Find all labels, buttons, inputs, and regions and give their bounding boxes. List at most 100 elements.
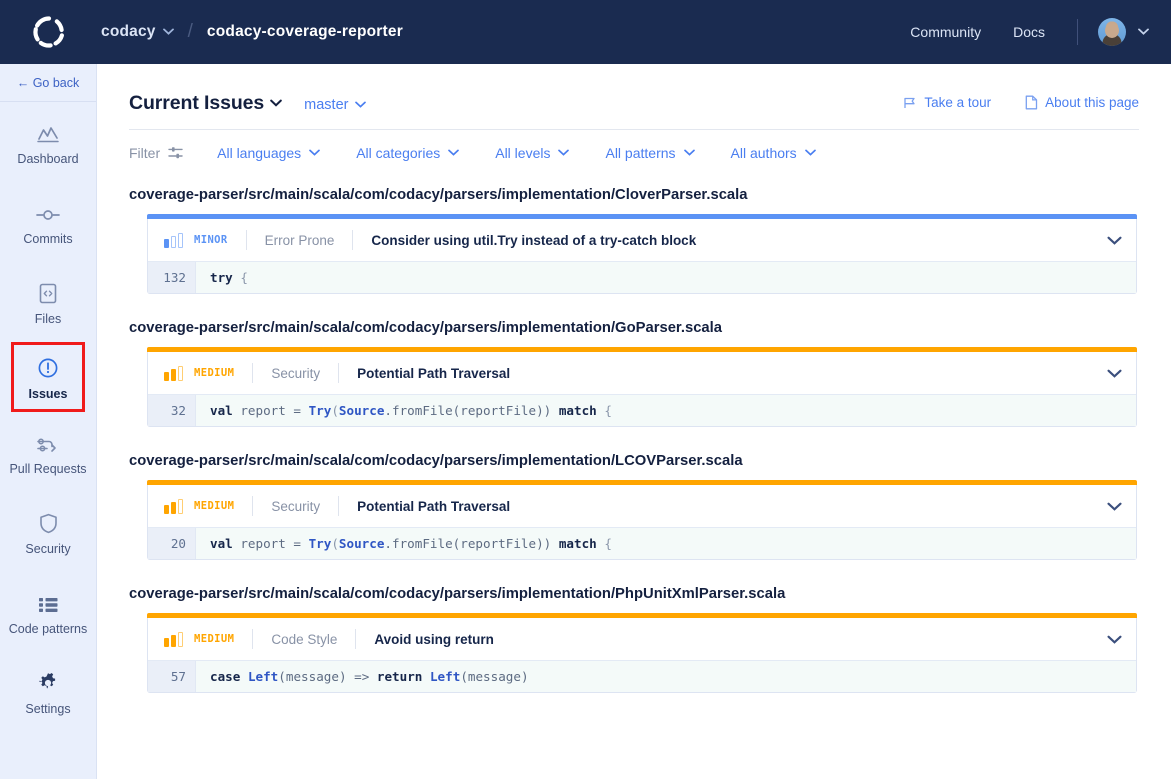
community-link[interactable]: Community	[910, 24, 981, 40]
about-this-page-button[interactable]: About this page	[1025, 95, 1139, 110]
issue-category: Security	[271, 498, 321, 514]
filter-label-text: All patterns	[605, 145, 676, 161]
divider	[352, 230, 354, 250]
top-navigation-bar: codacy / codacy-coverage-reporter Commun…	[0, 0, 1171, 64]
codacy-logo-icon[interactable]	[31, 14, 67, 50]
divider	[252, 629, 254, 649]
issue-group: coverage-parser/src/main/scala/com/codac…	[97, 320, 1171, 427]
filter-all-patterns[interactable]: All patterns	[605, 145, 695, 161]
severity-label: MEDIUM	[194, 633, 235, 645]
chart-line-icon	[37, 118, 59, 144]
line-number: 32	[148, 395, 196, 426]
page-title-chevron-down-icon[interactable]	[270, 99, 282, 107]
sidebar-item-settings[interactable]: Settings	[0, 652, 96, 732]
branch-selector[interactable]: master	[304, 97, 348, 113]
issue-card-header[interactable]: MINOR Error Prone Consider using util.Try …	[148, 219, 1136, 261]
file-path-heading[interactable]: coverage-parser/src/main/scala/com/codac…	[129, 453, 1139, 469]
chevron-down-icon	[448, 149, 460, 156]
filter-all-categories[interactable]: All categories	[356, 145, 460, 161]
divider	[338, 496, 340, 516]
user-menu-chevron-down-icon[interactable]	[1138, 28, 1149, 35]
issue-group: coverage-parser/src/main/scala/com/codac…	[97, 586, 1171, 693]
sidebar-item-code-patterns[interactable]: Code patterns	[0, 572, 96, 652]
page-header: Current Issues master Take a tour About …	[97, 64, 1171, 115]
divider	[1077, 19, 1078, 45]
issue-card: MINOR Error Prone Consider using util.Try …	[147, 219, 1137, 294]
sidebar-item-label: Settings	[25, 702, 71, 716]
divider	[245, 230, 247, 250]
breadcrumb-repo[interactable]: codacy-coverage-reporter	[207, 23, 403, 41]
page-header-actions: Take a tour About this page	[869, 95, 1139, 110]
issue-card-header[interactable]: MEDIUM Code Style Avoid using return	[148, 618, 1136, 660]
sidebar-item-pull-requests[interactable]: Pull Requests	[0, 412, 96, 492]
avatar[interactable]	[1098, 18, 1126, 46]
alert-circle-icon	[37, 353, 59, 379]
filter-all-languages[interactable]: All languages	[217, 145, 321, 161]
divider	[252, 496, 254, 516]
issue-card-header[interactable]: MEDIUM Security Potential Path Traversal	[148, 352, 1136, 394]
file-path-heading[interactable]: coverage-parser/src/main/scala/com/codac…	[129, 187, 1139, 203]
sidebar-item-label: Commits	[23, 232, 73, 246]
issue-group: coverage-parser/src/main/scala/com/codac…	[97, 453, 1171, 560]
file-path-heading[interactable]: coverage-parser/src/main/scala/com/codac…	[129, 320, 1139, 336]
code-snippet-row: 32 val report = Try(Source.fromFile(repor…	[148, 394, 1136, 426]
take-a-tour-button[interactable]: Take a tour	[903, 95, 991, 110]
sidebar-item-label: Issues	[28, 387, 68, 401]
chevron-down-icon	[309, 149, 321, 156]
issue-card-header[interactable]: MEDIUM Security Potential Path Traversal	[148, 485, 1136, 527]
sidebar-item-label: Code patterns	[8, 622, 88, 636]
chevron-down-icon[interactable]	[1107, 369, 1122, 378]
issue-groups-list: coverage-parser/src/main/scala/com/codac…	[97, 187, 1171, 693]
chevron-down-icon	[683, 149, 695, 156]
sidebar-item-dashboard[interactable]: Dashboard	[0, 102, 96, 182]
sidebar-item-files[interactable]: Files	[0, 262, 96, 342]
breadcrumb-org[interactable]: codacy	[101, 23, 156, 41]
issue-card: MEDIUM Security Potential Path Traversal 32…	[147, 352, 1137, 427]
filter-label-text: All authors	[730, 145, 797, 161]
gear-icon	[37, 668, 59, 694]
chevron-down-icon[interactable]	[162, 28, 174, 35]
sidebar-item-label: Pull Requests	[9, 462, 87, 476]
sidebar-item-commits[interactable]: Commits	[0, 182, 96, 262]
about-this-page-label: About this page	[1045, 95, 1139, 110]
take-a-tour-label: Take a tour	[924, 95, 992, 110]
issue-card: MEDIUM Code Style Avoid using return 57 case…	[147, 618, 1137, 693]
chevron-down-icon[interactable]	[1107, 502, 1122, 511]
issue-title: Avoid using return	[374, 631, 494, 647]
issue-title: Potential Path Traversal	[357, 365, 511, 381]
file-path-heading[interactable]: coverage-parser/src/main/scala/com/codac…	[129, 586, 1139, 602]
main-content: Current Issues master Take a tour About …	[97, 64, 1171, 779]
chevron-down-icon[interactable]	[1107, 635, 1122, 644]
issue-title: Consider using util.Try instead of a try…	[371, 232, 697, 248]
breadcrumb-separator: /	[187, 21, 193, 42]
go-back-link[interactable]: ← Go back	[0, 64, 96, 102]
shield-icon	[39, 508, 58, 534]
code-line: try {	[210, 270, 248, 285]
severity-label: MEDIUM	[194, 500, 235, 512]
sidebar-item-security[interactable]: Security	[0, 492, 96, 572]
filter-all-levels[interactable]: All levels	[495, 145, 570, 161]
chevron-down-icon	[804, 149, 816, 156]
filter-label-text: All languages	[217, 145, 302, 161]
issue-card: MEDIUM Security Potential Path Traversal 20…	[147, 485, 1137, 560]
breadcrumb: codacy / codacy-coverage-reporter	[101, 21, 403, 43]
pull-request-icon	[36, 428, 60, 454]
filter-bar: Filter All languages All categories All …	[97, 130, 1171, 161]
code-line: val report = Try(Source.fromFile(reportF…	[210, 403, 612, 418]
filter-all-authors[interactable]: All authors	[731, 145, 816, 161]
divider	[252, 363, 254, 383]
sidebar-item-label: Files	[34, 312, 62, 326]
sidebar-item-issues[interactable]: Issues	[11, 342, 85, 412]
logo-container[interactable]	[0, 14, 97, 50]
page-title[interactable]: Current Issues	[129, 92, 264, 115]
filter-label-text: All levels	[495, 145, 551, 161]
line-number: 57	[148, 661, 196, 692]
branch-chevron-down-icon[interactable]	[355, 101, 367, 108]
flag-icon	[903, 96, 917, 110]
sliders-icon[interactable]	[168, 146, 183, 160]
chevron-down-icon[interactable]	[1107, 236, 1122, 245]
docs-link[interactable]: Docs	[1013, 24, 1045, 40]
sidebar-item-label: Dashboard	[17, 152, 79, 166]
severity-level-icon	[164, 498, 183, 514]
severity-level-icon	[164, 232, 183, 248]
